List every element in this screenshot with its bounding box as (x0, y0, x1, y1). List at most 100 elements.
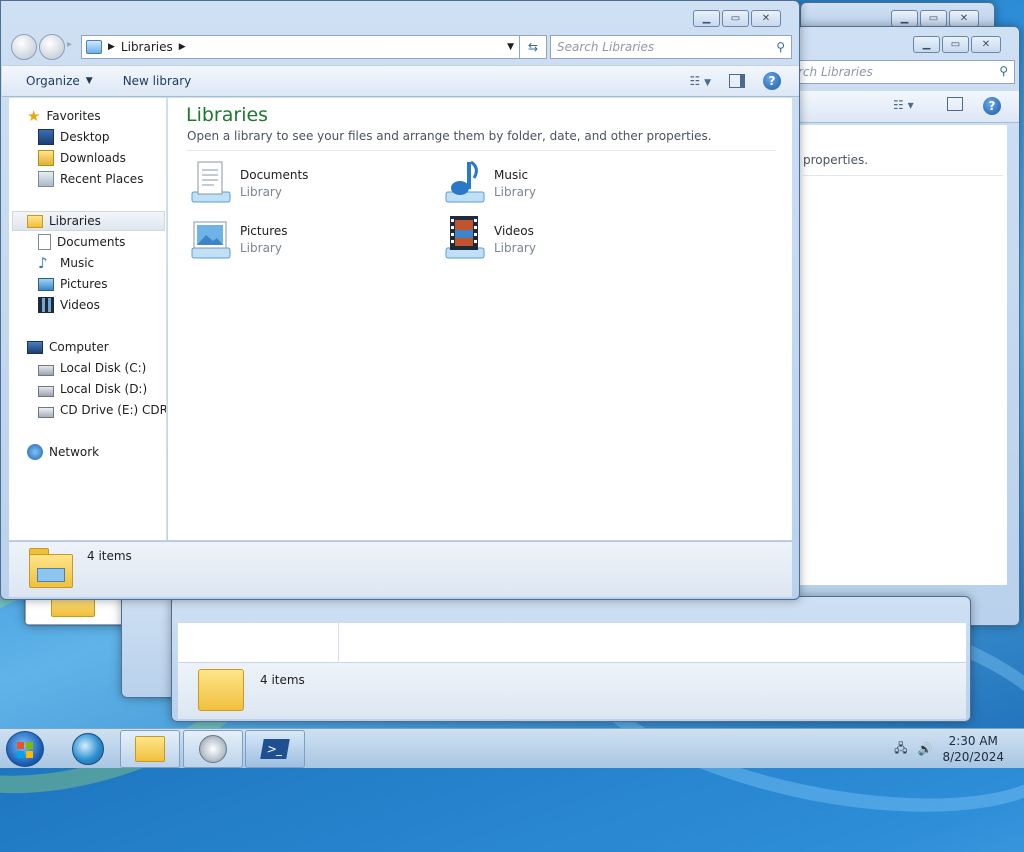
caption-buttons: ▁ ▭ ✕ (693, 10, 781, 27)
preview-pane-icon[interactable] (947, 97, 963, 111)
libraries-icon (86, 40, 102, 54)
nav-item-libraries[interactable]: Libraries (12, 211, 165, 231)
new-library-button[interactable]: New library (109, 74, 208, 88)
nav-label: Pictures (60, 277, 108, 291)
organize-menu[interactable]: Organize ▼ (2, 74, 109, 88)
nav-item-recent-places[interactable]: Recent Places (38, 169, 143, 189)
library-kind: Library (494, 241, 536, 255)
documents-library-icon (191, 161, 231, 203)
preview-pane-icon[interactable] (729, 74, 745, 88)
nav-item-cd-drive[interactable]: CD Drive (E:) CDROM (38, 400, 166, 420)
nav-item-documents[interactable]: Documents (38, 232, 125, 252)
library-tile-music[interactable]: Music Library (440, 158, 680, 208)
recent-pages-icon[interactable]: ▸ (67, 39, 72, 50)
nav-item-local-disk-c[interactable]: Local Disk (C:) (38, 358, 146, 378)
search-input[interactable]: Search Libraries ⚲ (550, 35, 792, 59)
divider (338, 623, 339, 663)
maximize-button[interactable]: ▭ (722, 10, 749, 27)
nav-label: CD Drive (E:) CDROM (60, 403, 166, 417)
taskbar-media-button[interactable] (183, 730, 243, 768)
address-bar[interactable]: ▶ Libraries ▶ ▼ (81, 35, 521, 59)
close-button[interactable]: ✕ (949, 10, 979, 27)
toolbar: ☷ ▾ ? (797, 91, 1019, 123)
nav-label: Local Disk (D:) (60, 382, 148, 396)
breadcrumb-arrow-icon[interactable]: ▶ (108, 42, 115, 52)
nav-item-downloads[interactable]: Downloads (38, 148, 126, 168)
views-icon[interactable]: ☷ ▾ (893, 98, 914, 112)
change-view-icon[interactable]: ☷ ▼ (690, 74, 712, 88)
breadcrumb-libraries[interactable]: Libraries (121, 40, 173, 54)
content-pane: properties. (797, 125, 1007, 585)
nav-item-videos[interactable]: Videos (38, 295, 100, 315)
page-subtitle: Open a library to see your files and arr… (187, 129, 712, 143)
nav-item-desktop[interactable]: Desktop (38, 127, 110, 147)
clock-time: 2:30 AM (948, 734, 998, 748)
minimize-button[interactable]: ▁ (891, 10, 918, 27)
explorer-window[interactable]: ▁ ▭ ✕ ▸ ▶ Libraries ▶ ▼ ⇆ Search Librari… (0, 0, 800, 600)
minimize-button[interactable]: ▁ (913, 36, 940, 53)
taskbar-explorer-button[interactable] (120, 730, 180, 768)
search-placeholder: rch Libraries (798, 65, 873, 79)
folder-icon (198, 669, 244, 711)
nav-item-music[interactable]: ♪ Music (38, 253, 94, 273)
nav-label: Videos (60, 298, 100, 312)
help-icon[interactable]: ? (763, 72, 781, 90)
volume-icon[interactable]: 🔊 (918, 742, 933, 756)
details-pane: 4 items (178, 663, 966, 719)
nav-label: Libraries (49, 214, 101, 228)
network-icon (27, 444, 43, 460)
folder-icon (29, 548, 73, 588)
nav-item-favorites[interactable]: ★ Favorites (27, 106, 101, 126)
downloads-icon (38, 150, 54, 166)
pictures-icon (38, 277, 54, 291)
network-tray-icon[interactable]: 🖧 (894, 739, 907, 760)
browser-icon[interactable] (72, 733, 104, 765)
minimize-button[interactable]: ▁ (693, 10, 720, 27)
help-icon[interactable]: ? (983, 97, 1001, 115)
nav-item-computer[interactable]: Computer (27, 337, 109, 357)
videos-library-icon (445, 216, 485, 259)
disk-icon (38, 364, 54, 376)
nav-label: Desktop (60, 130, 110, 144)
nav-label: Downloads (60, 151, 126, 165)
nav-label: Computer (49, 340, 109, 354)
powershell-icon: >_ (260, 739, 290, 759)
close-button[interactable]: ✕ (751, 10, 781, 27)
search-icon: ⚲ (776, 40, 785, 54)
maximize-button[interactable]: ▭ (942, 36, 969, 53)
forward-button[interactable] (39, 34, 65, 60)
background-explorer-window[interactable]: 4 items (171, 596, 971, 722)
back-button[interactable] (11, 34, 37, 60)
library-kind: Library (240, 185, 282, 199)
navigation-bar: ▸ ▶ Libraries ▶ ▼ ⇆ Search Libraries ⚲ (7, 33, 793, 61)
library-tile-videos[interactable]: Videos Library (440, 214, 680, 264)
nav-label: Documents (57, 235, 126, 249)
address-dropdown-icon[interactable]: ▼ (507, 42, 514, 52)
folder-icon (135, 736, 165, 762)
maximize-button[interactable]: ▭ (920, 10, 947, 27)
new-library-label: New library (122, 74, 192, 88)
windows-logo-icon (17, 742, 33, 758)
search-placeholder: Search Libraries (557, 40, 655, 54)
organize-label: Organize (26, 74, 80, 88)
start-button[interactable] (6, 731, 44, 767)
desktop-icon (38, 129, 54, 145)
breadcrumb-arrow-icon[interactable]: ▶ (179, 42, 186, 52)
clock[interactable]: 2:30 AM 8/20/2024 (942, 733, 1004, 765)
refresh-icon: ⇆ (527, 40, 539, 54)
library-tile-documents[interactable]: Documents Library (186, 158, 426, 208)
nav-item-local-disk-d[interactable]: Local Disk (D:) (38, 379, 147, 399)
clock-date: 8/20/2024 (942, 750, 1004, 764)
nav-item-network[interactable]: Network (27, 442, 99, 462)
music-library-icon (445, 160, 485, 203)
refresh-button[interactable]: ⇆ (519, 35, 547, 59)
system-tray: 🖧 🔊 2:30 AM 8/20/2024 (894, 733, 1004, 765)
search-input[interactable]: rch Libraries ⚲ (797, 60, 1015, 84)
music-icon: ♪ (38, 254, 48, 272)
library-tile-pictures[interactable]: Pictures Library (186, 214, 426, 264)
cd-drive-icon (38, 406, 54, 418)
close-button[interactable]: ✕ (971, 36, 1001, 53)
taskbar-powershell-button[interactable]: >_ (245, 730, 305, 768)
nav-item-pictures[interactable]: Pictures (38, 274, 108, 294)
background-explorer-window[interactable]: ▁ ▭ ✕ rch Libraries ⚲ ☷ ▾ ? properties. (796, 26, 1020, 626)
